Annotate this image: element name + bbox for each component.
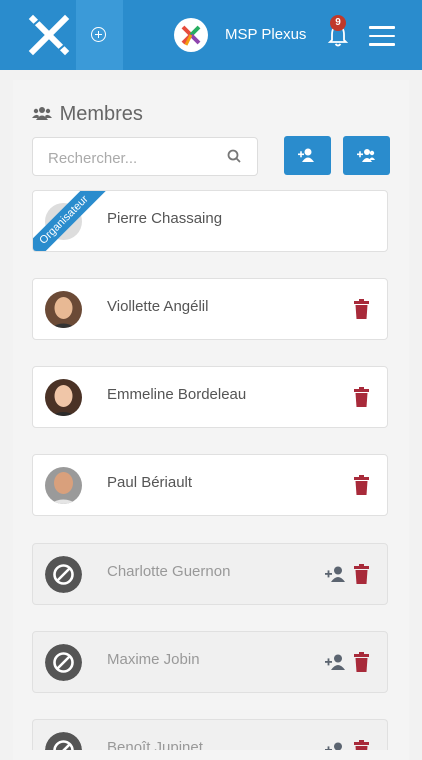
top-bar: MSP Plexus 9: [0, 0, 422, 70]
app-logo-icon[interactable]: [25, 11, 73, 59]
member-row[interactable]: Organisateur Pierre Chassaing: [32, 190, 388, 252]
user-plus-icon: [298, 148, 314, 162]
org-logo-icon[interactable]: [174, 18, 208, 52]
add-button[interactable]: [76, 0, 123, 70]
member-name: Charlotte Guernon: [107, 563, 231, 580]
member-row[interactable]: Emmeline Bordeleau: [32, 366, 388, 428]
search-input[interactable]: [46, 147, 220, 169]
notification-badge[interactable]: 9: [330, 15, 346, 31]
trash-icon[interactable]: [354, 299, 369, 319]
org-name[interactable]: MSP Plexus: [225, 26, 306, 43]
hamburger-menu-icon[interactable]: [369, 26, 395, 46]
member-name: Benoît Jupinet: [107, 739, 203, 750]
user-plus-icon[interactable]: [325, 742, 347, 750]
users-plus-icon: [357, 149, 375, 162]
member-name: Emmeline Bordeleau: [107, 386, 247, 403]
section-title: Membres: [32, 103, 143, 126]
organizer-ribbon: Organisateur: [33, 191, 110, 251]
plus-circle-icon: [91, 27, 106, 42]
search-box: [32, 137, 258, 176]
member-row[interactable]: Maxime Jobin: [32, 631, 388, 693]
avatar: [45, 379, 82, 416]
member-row[interactable]: Charlotte Guernon: [32, 543, 388, 605]
trash-icon[interactable]: [354, 652, 369, 672]
member-row[interactable]: Benoît Jupinet: [32, 719, 388, 750]
member-name: Maxime Jobin: [107, 651, 200, 668]
member-row[interactable]: Viollette Angélil: [32, 278, 388, 340]
user-plus-icon[interactable]: [325, 654, 347, 670]
member-row[interactable]: Paul Bériault: [32, 454, 388, 516]
avatar: [45, 291, 82, 328]
avatar: [45, 467, 82, 504]
blocked-avatar-icon: [45, 732, 82, 750]
user-plus-icon[interactable]: [325, 566, 347, 582]
add-group-button[interactable]: [343, 136, 390, 175]
search-icon[interactable]: [227, 149, 241, 163]
trash-icon[interactable]: [354, 475, 369, 495]
trash-icon[interactable]: [354, 740, 369, 750]
blocked-avatar-icon: [45, 556, 82, 593]
trash-icon[interactable]: [354, 387, 369, 407]
member-name: Pierre Chassaing: [107, 210, 223, 227]
trash-icon[interactable]: [354, 564, 369, 584]
member-name: Viollette Angélil: [107, 298, 209, 315]
member-name: Paul Bériault: [107, 474, 193, 491]
section-title-text: Membres: [59, 103, 143, 125]
blocked-avatar-icon: [45, 644, 82, 681]
add-member-button[interactable]: [284, 136, 331, 175]
users-icon: [32, 103, 54, 126]
